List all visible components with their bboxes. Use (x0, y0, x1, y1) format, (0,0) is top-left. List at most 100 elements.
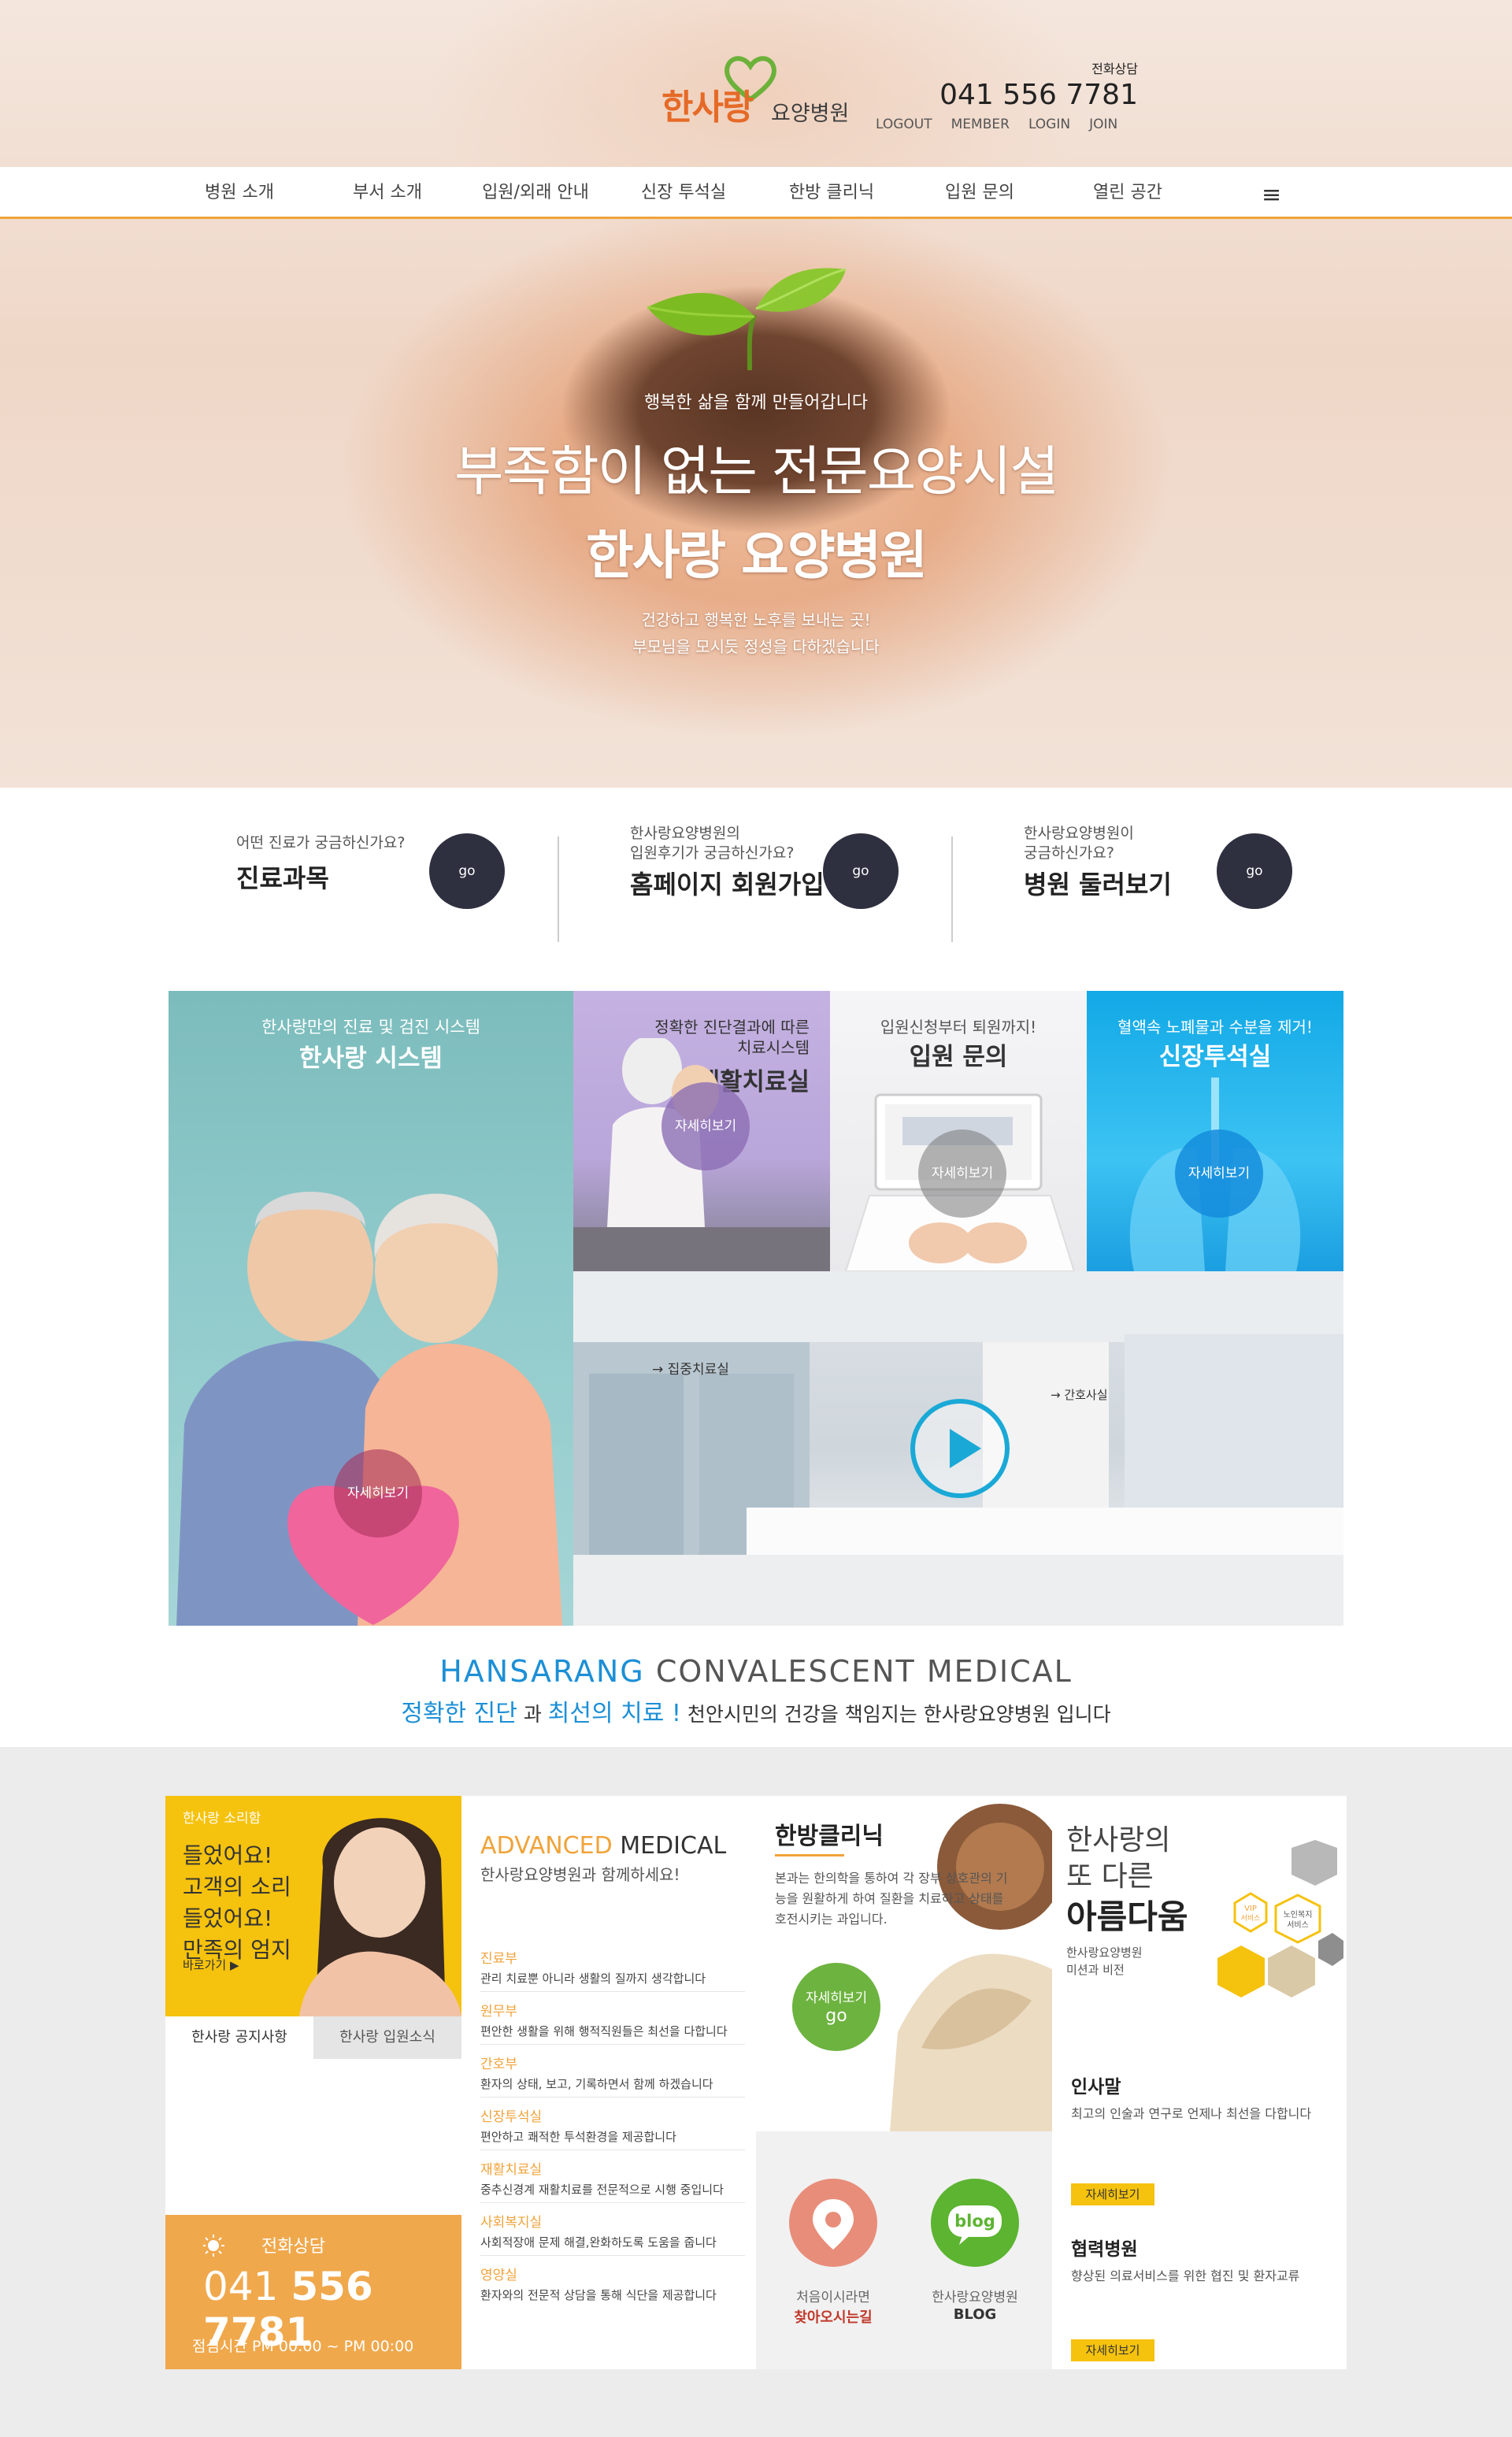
department-desc: 편안한 생활을 위해 행적직원들은 최선을 다합니다 (480, 2024, 728, 2038)
quick-link-tour[interactable]: 한사랑요양병원이 궁금하신가요? 병원 둘러보기 go (1024, 825, 1418, 955)
go-button[interactable]: go (823, 833, 899, 909)
nav-item-open-space[interactable]: 열린 공간 (1054, 167, 1202, 219)
blog-button[interactable]: blog (931, 2179, 1019, 2267)
department-desc: 사회적장애 문제 해결,완화하도록 도움을 줍니다 (480, 2235, 717, 2250)
nav-item-admission-inquiry[interactable]: 입원 문의 (906, 167, 1054, 219)
advanced-medical-column: ADVANCED MEDICAL 한사랑요양병원과 함께하세요! 진료부관리 치… (461, 1796, 756, 2369)
detail-button[interactable]: 자세히보기 (662, 1082, 750, 1170)
quick-link-title: 진료과목 (236, 863, 329, 893)
tile-rehabilitation[interactable]: 정확한 진단결과에 따른 치료시스템 재활치료실 자세히보기 (573, 991, 830, 1271)
logo-text: 한사랑 (662, 87, 754, 128)
voice-shortcut-link[interactable]: 바로가기 ▶ (183, 1957, 239, 1973)
department-item[interactable]: 신장투석실 편안하고 쾌적한 투석환경을 제공합니다 (480, 2105, 745, 2150)
sign-nurse-station: → 간호사실 (1051, 1388, 1108, 1402)
divider (558, 836, 559, 942)
herbal-clinic-title: 한방클리닉 (775, 1823, 884, 1850)
department-desc: 관리 치료뿐 아니라 생활의 질까지 생각합니다 (480, 1971, 706, 1986)
hamburger-menu-icon[interactable]: ≡ (1262, 181, 1281, 209)
department-item[interactable]: 사회복지실 사회적장애 문제 해결,완화하도록 도움을 줍니다 (480, 2211, 745, 2256)
hero-small-text: 행복한 삶을 함께 만들어갑니다 (643, 393, 869, 413)
site-header: 한사랑 요양병원 전화상담 041 556 7781 LOGOUT MEMBER… (0, 0, 1512, 167)
detail-button[interactable]: 자세히보기 (1175, 1129, 1263, 1218)
blog-label-1: 한사랑요양병원 (932, 2290, 1018, 2305)
badge-vip-text: VIP (1244, 1905, 1257, 1913)
slogan-en-1: HANSARANG (439, 1654, 645, 1689)
site-logo[interactable]: 한사랑 요양병원 (657, 55, 869, 134)
nav-item-admission-guide[interactable]: 입원/외래 안내 (461, 167, 610, 219)
nav-item-departments[interactable]: 부서 소개 (313, 167, 461, 219)
join-link[interactable]: JOIN (1089, 117, 1117, 132)
beauty-title: 한사랑의 또 다른 (1066, 1823, 1170, 1895)
tile-title: 입원 문의 (909, 1043, 1008, 1071)
tile-subtitle: 입원신청부터 퇴원까지! (880, 1018, 1037, 1037)
customer-voice-banner[interactable]: 한사랑 소리함 들었어요! 고객의 소리 들었어요! 만족의 엄지 바로가기 ▶ (165, 1796, 461, 2016)
herbal-detail-button[interactable]: 자세히보기 go (792, 1963, 880, 2051)
nav-item-dialysis[interactable]: 신장 투석실 (610, 167, 758, 219)
map-button[interactable] (789, 2179, 877, 2267)
beauty-headline: 아름다움 (1066, 1897, 1188, 1936)
header-phone: 전화상담 041 556 7781 (917, 58, 1138, 111)
voice-line-2: 고객의 소리 (183, 1874, 291, 1900)
beauty-sub-2: 미션과 비전 (1066, 1963, 1125, 1977)
department-name: 진료부 (480, 1951, 517, 1967)
slogan-highlight-1: 정확한 진단 (401, 1700, 517, 1727)
slogan: HANSARANG CONVALESCENT MEDICAL 정확한 진단 과 … (0, 1654, 1512, 1728)
department-item[interactable]: 진료부관리 치료뿐 아니라 생활의 질까지 생각합니다 (480, 1947, 745, 1992)
department-desc: 환자와의 전문적 상담을 통해 식단을 제공합니다 (480, 2288, 717, 2302)
department-item[interactable]: 간호부 환자의 상태, 보고, 기록하면서 함께 하겠습니다 (480, 2053, 745, 2098)
nav-item-hospital-intro[interactable]: 병원 소개 (165, 167, 313, 219)
phone-label: 전화상담 (1091, 61, 1138, 76)
quick-link-title: 홈페이지 회원가입 (630, 870, 825, 900)
beauty-line-1: 한사랑의 (1066, 1824, 1171, 1856)
slogan-highlight-2: 최선의 치료 ! (547, 1700, 681, 1727)
tile-dialysis[interactable]: 혈액속 노폐물과 수분을 제거! 신장투석실 자세히보기 (1087, 991, 1343, 1271)
department-item[interactable]: 원무부 편안한 생활을 위해 행적직원들은 최선을 다합니다 (480, 2000, 745, 2045)
title-underline (775, 1854, 844, 1856)
tile-hospital-video[interactable]: → 집중치료실 → 간호사실 (573, 1271, 1343, 1626)
herbal-go-label: go (825, 2006, 847, 2026)
tab-notice[interactable]: 한사랑 공지사항 (165, 2016, 313, 2059)
nav-item-oriental-clinic[interactable]: 한방 클리닉 (758, 167, 906, 219)
voice-line-3: 들었어요! (183, 1905, 273, 1931)
tab-admission-news[interactable]: 한사랑 입원소식 (313, 2016, 461, 2059)
herbal-clinic-desc: 본과는 한의학을 통하여 각 장부 상호관의 기능을 원활하게 하여 질환을 치… (775, 1871, 1008, 1927)
partner-hospital-desc: 향상된 의료서비스를 위한 협진 및 환자교류 (1071, 2268, 1300, 2283)
herbal-clinic-column: 한방클리닉 본과는 한의학을 통하여 각 장부 상호관의 기능을 원활하게 하여… (756, 1796, 1052, 2369)
quick-link-signup[interactable]: 한사랑요양병원의 입원후기가 궁금하신가요? 홈페이지 회원가입 go (630, 825, 1024, 955)
badge-welfare-text: 노인복지 (1284, 1910, 1313, 1920)
department-item[interactable]: 영양실환자와의 전문적 상담을 통해 식단을 제공합니다 (480, 2264, 745, 2308)
tile-title: 한사랑 시스템 (299, 1044, 443, 1073)
beauty-mission[interactable]: 한사랑요양병원 미션과 비전 (1066, 1944, 1143, 1979)
voice-headline: 들었어요! 고객의 소리 들었어요! 만족의 엄지 (183, 1840, 291, 1966)
advanced-title: ADVANCED MEDICAL (480, 1832, 726, 1860)
herbal-medicine-image (890, 1804, 1052, 2131)
go-button[interactable]: go (1217, 833, 1292, 909)
sign-intensive-care: → 집중치료실 (652, 1362, 729, 1378)
department-desc: 환자의 상태, 보고, 기록하면서 함께 하겠습니다 (480, 2077, 713, 2091)
lunch-hours: 점심시간 PM 00:00 ~ PM 00:00 (192, 2338, 414, 2355)
go-button[interactable]: go (429, 833, 505, 909)
logout-link[interactable]: LOGOUT (876, 117, 932, 132)
department-name: 영양실 (480, 2268, 517, 2283)
play-icon[interactable] (909, 1397, 1011, 1500)
quick-link-clinic[interactable]: 어떤 진료가 궁금하신가요? 진료과목 go (236, 833, 630, 955)
bottom-section: 한사랑 소리함 들었어요! 고객의 소리 들었어요! 만족의 엄지 바로가기 ▶… (0, 1747, 1512, 2437)
map-label-1: 처음이시라면 (796, 2290, 870, 2305)
department-item[interactable]: 재활치료실 중추신경계 재활치료를 전문적으로 시행 중입니다 (480, 2158, 745, 2203)
call-number-area: 041 (203, 2264, 291, 2309)
tile-admission-inquiry[interactable]: 입원신청부터 퇴원까지! 입원 문의 자세히보기 (830, 991, 1087, 1271)
notice-tabs: 한사랑 공지사항 한사랑 입원소식 (165, 2016, 461, 2059)
badge-welfare-text-2: 서비스 (1287, 1920, 1309, 1930)
blog-label-2[interactable]: BLOG (904, 2306, 1046, 2323)
partner-detail-button[interactable]: 자세히보기 (1071, 2339, 1154, 2361)
greeting-detail-button[interactable]: 자세히보기 (1071, 2183, 1154, 2205)
detail-button[interactable]: 자세히보기 (918, 1129, 1006, 1218)
advanced-subtitle: 한사랑요양병원과 함께하세요! (480, 1865, 680, 1884)
login-link[interactable]: LOGIN (1028, 117, 1070, 132)
tile-hansarang-system[interactable]: 한사랑만의 진료 및 검진 시스템 한사랑 시스템 자세히보기 (169, 991, 573, 1626)
slogan-korean: 정확한 진단 과 최선의 치료 ! 천안시민의 건강을 책임지는 한사랑요양병원… (0, 1693, 1512, 1728)
member-link[interactable]: MEMBER (951, 117, 1010, 132)
detail-button[interactable]: 자세히보기 (334, 1449, 422, 1537)
map-label-2[interactable]: 찾아오시는길 (762, 2306, 904, 2327)
hero-headline: 부족함이 없는 전문요양시설 (454, 441, 1059, 503)
